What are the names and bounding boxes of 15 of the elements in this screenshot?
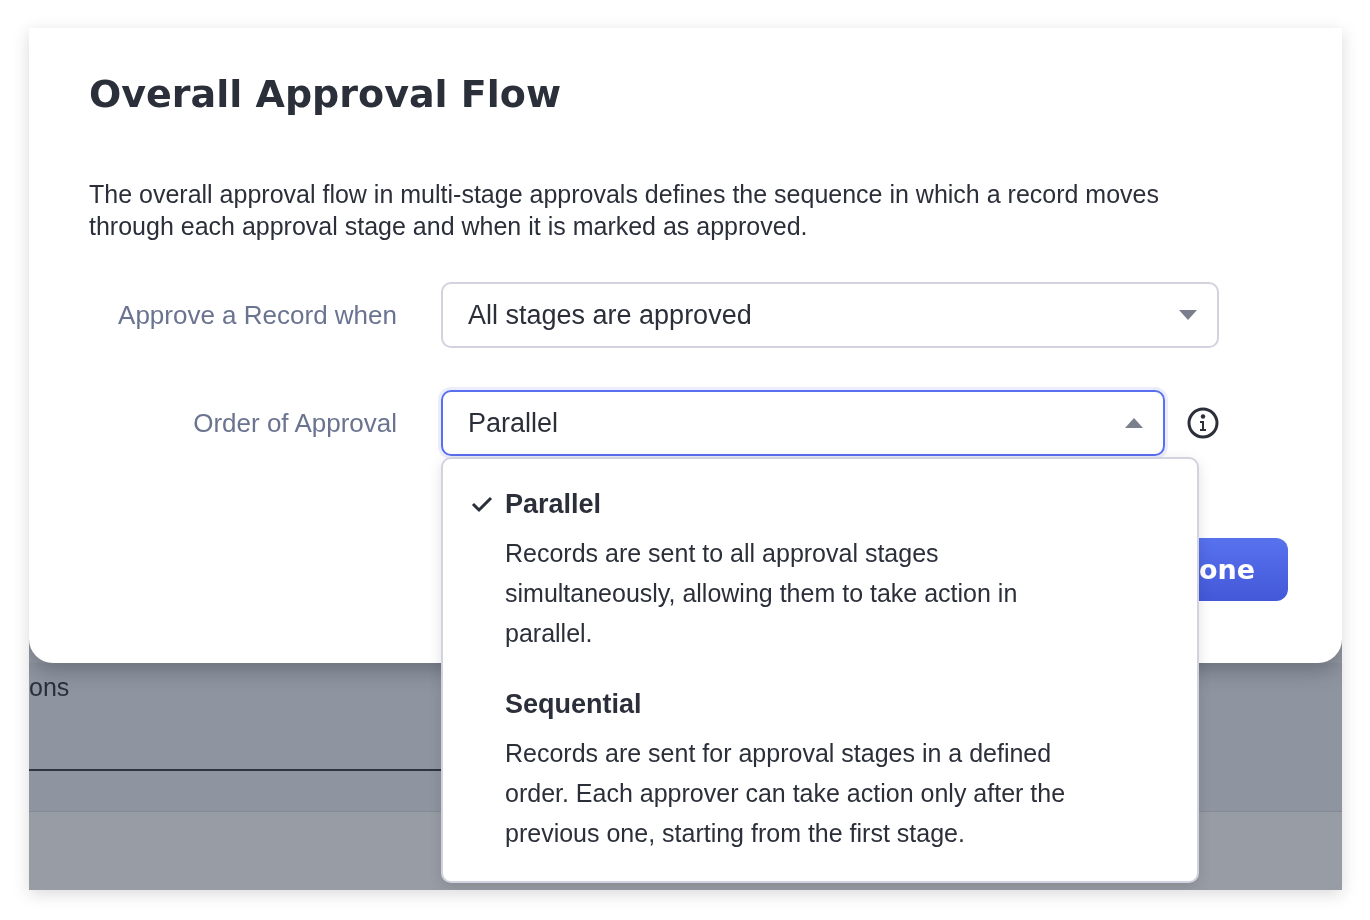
caret-icon: [1125, 418, 1143, 428]
dropdown-field[interactable]: All stages are approved: [441, 282, 1219, 348]
option-description: Records are sent to all approval stages simultaneously, allowing them to take action in parallel.: [505, 538, 1019, 649]
section-heading: ons: [29, 673, 70, 702]
dialog-description: The overall approval flow in multi-stage approvals defines the sequence in which a record moves through each approval stage and when it is marked as approved.: [89, 179, 1160, 242]
field-label: Order of Approval: [192, 407, 397, 439]
done-button[interactable]: one: [1199, 538, 1288, 601]
dropdown-field[interactable]: Parallel: [441, 390, 1165, 456]
menu-option[interactable]: Sequential: [469, 681, 1167, 727]
caret-icon: [1179, 310, 1197, 320]
menu-option[interactable]: Parallel: [469, 481, 1167, 527]
option-description: Records are sent for approval stages in a defined order. Each approver can take action only after the previous one, starting from the first stage.: [505, 738, 1067, 849]
field-label: Approve a Record when: [117, 299, 397, 331]
info-icon[interactable]: [1187, 407, 1219, 439]
dialog-title: Overall Approval Flow: [89, 71, 563, 118]
